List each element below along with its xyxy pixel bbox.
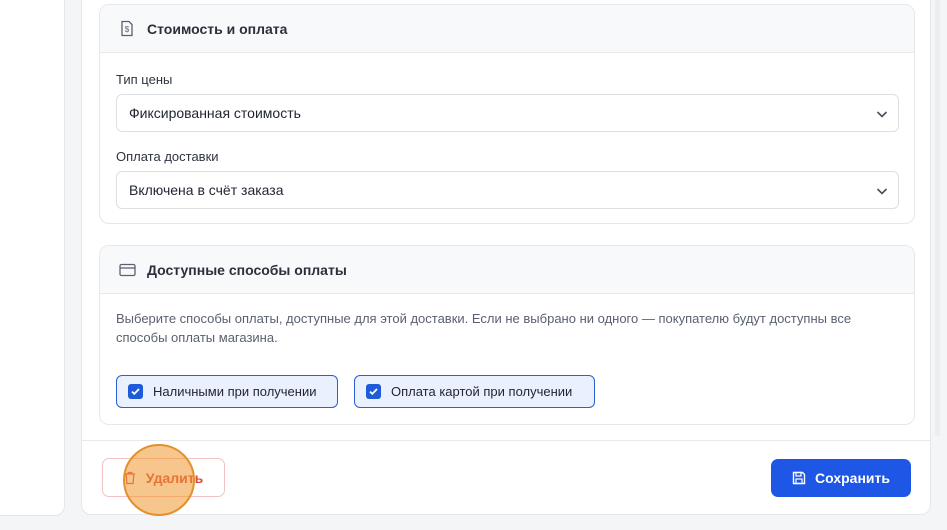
delivery-payment-value: Включена в счёт заказа xyxy=(129,182,284,198)
pricing-card-header: $ Стоимость и оплата xyxy=(100,5,914,53)
scrollbar[interactable] xyxy=(935,0,940,436)
payment-option-label: Оплата картой при получении xyxy=(391,384,573,399)
save-button-label: Сохранить xyxy=(815,470,890,486)
delivery-payment-label: Оплата доставки xyxy=(116,149,219,164)
delivery-payment-select[interactable]: Включена в счёт заказа xyxy=(116,171,899,209)
checkbox-checked-icon[interactable] xyxy=(128,384,143,399)
delete-button[interactable]: Удалить xyxy=(102,458,225,497)
delivery-settings-panel: $ Стоимость и оплата Тип цены Фиксирован… xyxy=(81,0,931,515)
price-type-select[interactable]: Фиксированная стоимость xyxy=(116,94,899,132)
price-type-value: Фиксированная стоимость xyxy=(129,105,301,121)
payment-option-label: Наличными при получении xyxy=(153,384,317,399)
pricing-card-title: Стоимость и оплата xyxy=(147,20,288,37)
chevron-down-icon xyxy=(874,183,890,199)
payment-option-cash[interactable]: Наличными при получении xyxy=(116,375,338,408)
checkbox-checked-icon[interactable] xyxy=(366,384,381,399)
payment-methods-card: Доступные способы оплаты Выберите способ… xyxy=(99,245,915,425)
footer-divider xyxy=(82,440,930,441)
payment-option-card[interactable]: Оплата картой при получении xyxy=(354,375,595,408)
receipt-dollar-icon: $ xyxy=(118,20,136,38)
svg-text:$: $ xyxy=(125,25,130,34)
left-sidebar-panel xyxy=(0,0,65,516)
credit-card-icon xyxy=(118,261,136,279)
pricing-card: $ Стоимость и оплата Тип цены Фиксирован… xyxy=(99,4,915,224)
payment-methods-description: Выберите способы оплаты, доступные для э… xyxy=(116,311,852,345)
payment-methods-card-title: Доступные способы оплаты xyxy=(147,261,347,278)
payment-methods-card-header: Доступные способы оплаты xyxy=(100,246,914,294)
price-type-label: Тип цены xyxy=(116,72,173,87)
trash-icon xyxy=(124,471,138,485)
delete-button-label: Удалить xyxy=(145,469,204,486)
chevron-down-icon xyxy=(874,106,890,122)
floppy-disk-icon xyxy=(792,471,807,486)
save-button[interactable]: Сохранить xyxy=(771,459,911,497)
